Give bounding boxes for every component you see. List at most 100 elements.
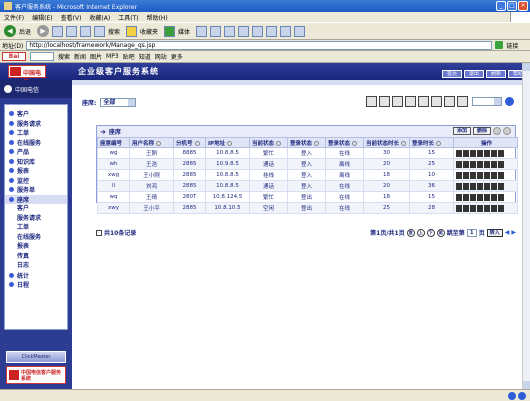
listen-icon[interactable] [491,160,497,168]
goto-page-button[interactable]: 转入 [486,228,503,237]
collapse-icon[interactable] [493,127,501,135]
go-icon[interactable] [505,97,514,106]
print-icon[interactable] [379,96,390,107]
view-icon[interactable] [456,160,462,168]
page-number-input[interactable]: 1 [466,228,477,237]
link-zhidao[interactable]: 知道 [139,52,151,61]
column-header[interactable]: 登录时长 [409,137,454,148]
sidebar-item-statistics[interactable]: 统计 [5,271,67,281]
vertical-scrollbar[interactable] [522,63,530,389]
transfer-icon[interactable] [484,182,490,190]
print-icon[interactable] [463,149,469,157]
table-row[interactable]: wg 王刚 8885 10.8.8.5 繁忙 登入 在线 30 15 [97,147,518,159]
transfer-icon[interactable] [484,193,490,201]
listen-icon[interactable] [491,193,497,201]
transfer-icon[interactable] [484,149,490,157]
delete-icon[interactable] [498,149,504,157]
view-icon[interactable] [456,182,462,190]
print-icon[interactable] [463,182,469,190]
scroll-up-icon[interactable] [523,63,530,71]
grid-view-icon[interactable] [366,96,377,107]
export-icon[interactable] [392,96,403,107]
baidu-logo-icon[interactable]: Bai [2,52,26,61]
listen-icon[interactable] [491,171,497,179]
edit-icon[interactable] [470,160,476,168]
search-button-label[interactable]: 搜索 [108,27,120,36]
refresh-icon[interactable] [66,25,78,37]
listen-icon[interactable] [491,204,497,212]
edit-icon[interactable] [470,204,476,212]
print-icon[interactable] [224,25,236,37]
table-row[interactable]: xwg 王小刚 2885 10.8.8.5 挂线 登入 离线 18 10 [97,169,518,181]
menu-file[interactable]: 文件(F) [4,13,24,22]
filter-icon[interactable] [405,96,416,107]
sidebar-item-agent[interactable]: 座席 [5,194,67,204]
link-sites[interactable]: 网站 [155,52,167,61]
transfer-icon[interactable] [484,171,490,179]
link-more[interactable]: 更多 [171,52,183,61]
delete-button[interactable]: 删除 [472,127,491,135]
sidebar-item-ticket[interactable]: 工单 [5,128,67,138]
sidebar-item-customer[interactable]: 客户 [5,109,67,119]
menu-help[interactable]: 帮助(H) [147,13,168,22]
delete-icon[interactable] [498,193,504,201]
stop-icon[interactable] [52,25,64,37]
sidebar-item-product[interactable]: 产品 [5,147,67,157]
print-icon[interactable] [463,160,469,168]
refresh-button[interactable]: 刷新 [486,70,506,78]
sidebar-item-service-order[interactable]: 服务单 [5,185,67,195]
delete-icon[interactable] [498,182,504,190]
print-icon[interactable] [463,204,469,212]
view-icon[interactable] [456,204,462,212]
edit-icon[interactable] [470,149,476,157]
print-icon[interactable] [463,171,469,179]
link-search[interactable]: 搜索 [58,52,70,61]
transfer-icon[interactable] [484,204,490,212]
sidebar-subitem-online-service[interactable]: 在线服务 [5,233,67,243]
forward-arrow-icon[interactable]: ▶ [37,25,50,37]
sort-icon[interactable] [436,140,442,146]
sort-icon[interactable] [156,140,162,146]
prev-page-button[interactable]: 上 [416,228,425,237]
link-news[interactable]: 新闻 [74,52,86,61]
sidebar-item-report[interactable]: 报表 [5,166,67,176]
favorites-star-icon[interactable] [126,25,138,37]
maximize-button[interactable]: □ [507,1,517,11]
phone-icon[interactable] [477,160,483,168]
go-arrow-icon[interactable] [495,41,504,49]
home-icon[interactable] [80,25,92,37]
favorites-button-label[interactable]: 收藏夹 [140,27,158,36]
messenger-icon[interactable] [266,25,278,37]
edit-icon[interactable] [470,182,476,190]
table-row[interactable]: wh 王浩 2885 10.9.8.5 通话 登入 离线 20 25 [97,158,518,170]
sort-icon[interactable] [227,140,233,146]
view-icon[interactable] [456,171,462,179]
prev-arrow-icon[interactable]: ◀ [505,229,510,236]
table-row[interactable]: ll 刘鸿 2885 10.8.8.5 通话 登入 在线 20 36 [97,180,518,192]
media-button-label[interactable]: 媒体 [178,27,190,36]
scroll-down-icon[interactable] [523,381,530,389]
column-header[interactable]: 登录状态 [325,137,364,148]
users-icon[interactable] [457,96,468,107]
next-arrow-icon[interactable]: ▶ [511,229,516,236]
edit-icon[interactable] [431,96,442,107]
phone-icon[interactable] [477,193,483,201]
view-select[interactable] [472,97,502,106]
sidebar-subitem-report[interactable]: 报表 [5,242,67,252]
last-page-button[interactable]: 尾 [436,228,445,237]
menu-favorites[interactable]: 收藏(A) [89,13,110,22]
table-row[interactable]: xwy 王小平 2885 10.8.10.5 空闲 登出 在线 25 28 [97,202,518,214]
transfer-icon[interactable] [484,160,490,168]
qq-icon[interactable] [280,25,292,37]
sidebar-subitem-customer[interactable]: 客户 [5,204,67,214]
sidebar-subitem-log[interactable]: 日志 [5,261,67,271]
phone-icon[interactable] [477,182,483,190]
sidebar-item-knowledge[interactable]: 知识库 [5,157,67,167]
link-images[interactable]: 图片 [90,52,102,61]
sidebar-item-service-request[interactable]: 服务请求 [5,119,67,129]
sidebar-subitem-fax[interactable]: 传真 [5,252,67,262]
sort-icon[interactable] [352,140,358,146]
home-button[interactable]: 首页 [442,70,462,78]
delete-icon[interactable] [498,171,504,179]
column-header[interactable]: 分机号 [173,137,206,148]
